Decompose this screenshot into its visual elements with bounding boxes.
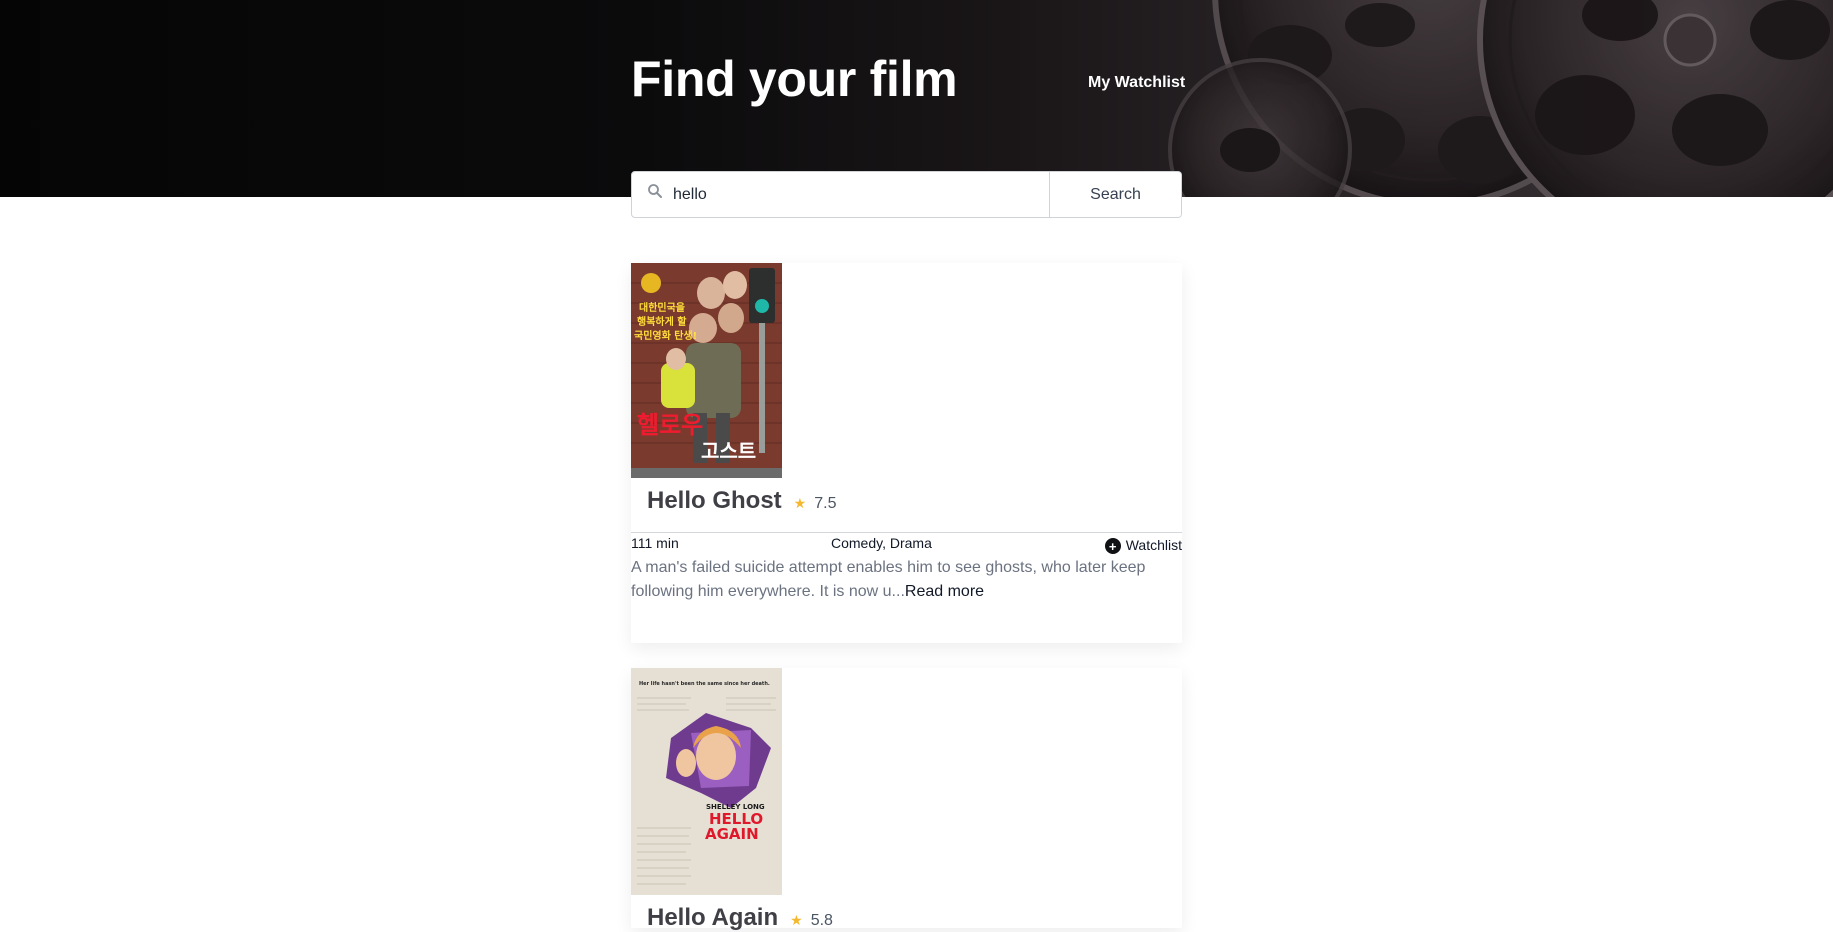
poster-text: 대한민국을 xyxy=(639,301,685,314)
film-title-row: Hello Ghost ★ 7.5 xyxy=(647,487,836,515)
star-icon: ★ xyxy=(790,912,803,928)
film-genres: Comedy, Drama xyxy=(831,535,932,551)
poster-text: 헬로우 xyxy=(637,411,703,439)
search-input[interactable] xyxy=(632,172,1049,217)
film-runtime: 111 min xyxy=(631,535,679,551)
page-title: Find your film xyxy=(631,51,958,107)
poster-text: 고스트 xyxy=(701,439,756,463)
add-to-watchlist-button[interactable]: + Watchlist xyxy=(1104,535,1182,554)
film-title[interactable]: Hello Again xyxy=(647,904,778,932)
read-more-link[interactable]: Read more xyxy=(905,583,984,600)
film-meta: 111 min Comedy, Drama + Watchlist xyxy=(631,535,1182,555)
watchlist-button-label: Watchlist xyxy=(1125,536,1182,553)
film-title-row: Hello Again ★ 5.8 xyxy=(647,904,833,932)
divider xyxy=(631,532,1182,533)
my-watchlist-link[interactable]: My Watchlist xyxy=(1088,74,1185,92)
film-title[interactable]: Hello Ghost xyxy=(647,487,782,515)
overview-text: A man's failed suicide attempt enables h… xyxy=(631,559,1146,600)
search-bar: Search xyxy=(631,171,1182,218)
film-overview: A man's failed suicide attempt enables h… xyxy=(631,556,1182,604)
plus-circle-icon: + xyxy=(1104,538,1121,554)
star-icon: ★ xyxy=(793,495,807,511)
hero-banner: Find your film My Watchlist xyxy=(0,0,1833,197)
poster-text: 국민영화 탄생! xyxy=(634,329,697,342)
poster-text: AGAIN xyxy=(705,825,759,843)
poster-text: Her life hasn't been the same since her … xyxy=(639,681,770,687)
film-card: Her life hasn't been the same since her … xyxy=(631,668,1182,931)
film-rating: 5.8 xyxy=(810,912,833,929)
film-rating: 7.5 xyxy=(814,495,837,512)
poster-text: 행복하게 할 xyxy=(637,315,687,328)
search-icon xyxy=(648,184,662,198)
film-card: 대한민국을 행복하게 할 국민영화 탄생! 헬로우 고스트 Hello Ghos… xyxy=(631,263,1182,643)
search-button[interactable]: Search xyxy=(1049,172,1181,217)
film-poster[interactable]: 대한민국을 행복하게 할 국민영화 탄생! 헬로우 고스트 xyxy=(631,263,782,478)
search-field[interactable] xyxy=(632,172,1049,217)
film-poster[interactable]: Her life hasn't been the same since her … xyxy=(631,668,782,895)
